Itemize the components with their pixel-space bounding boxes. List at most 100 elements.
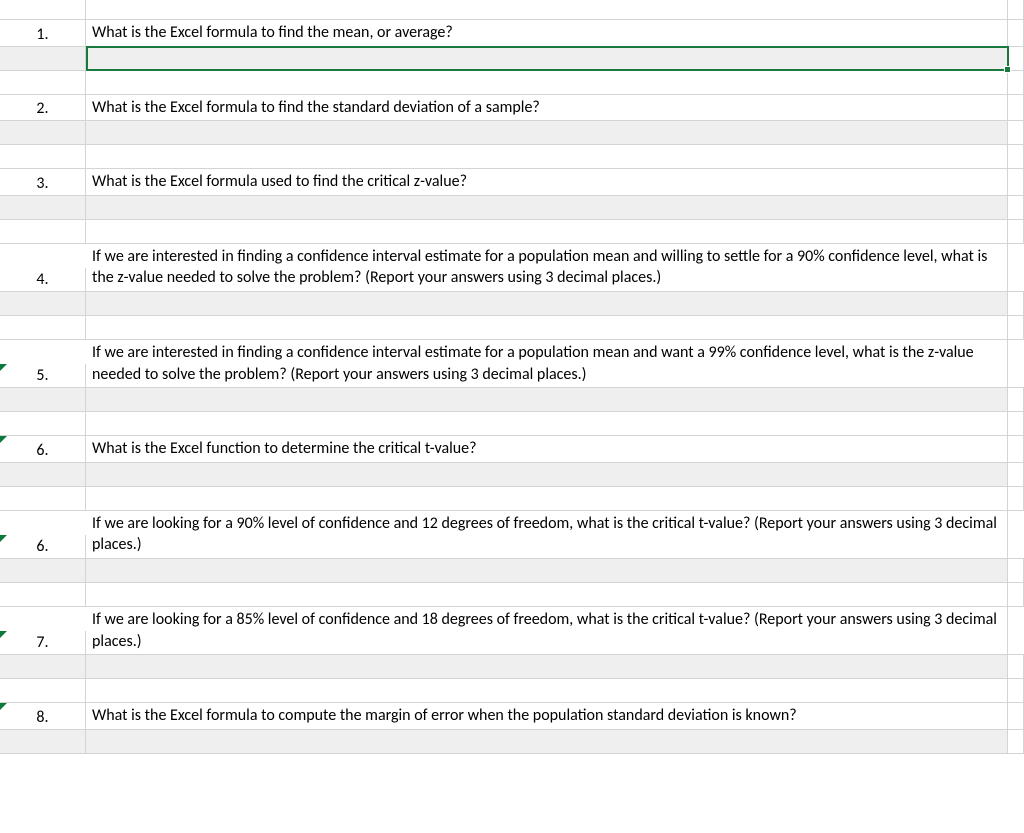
answer-cell[interactable] [86,730,1008,753]
blank-row [0,487,1024,511]
cell[interactable] [1008,121,1024,144]
cell[interactable] [1008,95,1024,121]
cell[interactable] [1008,316,1024,339]
cell[interactable] [0,292,86,315]
cell[interactable] [0,71,86,94]
row-number-cell[interactable]: 5. [0,364,86,387]
row-number-cell[interactable]: 2. [0,95,86,121]
row-number: 2. [36,99,48,118]
cell[interactable] [1008,583,1024,606]
row-number-cell[interactable]: 3. [0,169,86,195]
row-number-cell[interactable]: 6. [0,535,86,558]
cell[interactable] [0,655,86,678]
question-cell[interactable]: What is the Excel formula used to find t… [86,169,1008,195]
cell[interactable] [0,679,86,702]
cell[interactable] [1008,0,1024,19]
cell[interactable] [1008,71,1024,94]
cell[interactable] [0,121,86,144]
cell[interactable] [0,388,86,411]
question-text: If we are interested in finding a confid… [92,342,1001,385]
error-indicator-icon [0,535,7,542]
cell[interactable] [1008,220,1024,243]
row-number-cell[interactable]: 4. [0,268,86,291]
blank-row [0,679,1024,703]
cell[interactable] [1008,559,1024,582]
cell[interactable] [1008,292,1024,315]
cell[interactable] [1008,47,1024,70]
answer-cell[interactable] [86,121,1008,144]
cell[interactable] [0,145,86,168]
cell[interactable] [1008,655,1024,678]
question-row: 6. What is the Excel function to determin… [0,436,1024,463]
cell[interactable] [1008,679,1024,702]
question-text: What is the Excel function to determine … [92,438,477,460]
cell[interactable] [86,487,1008,510]
blank-row [0,220,1024,244]
question-row: 2. What is the Excel formula to find the … [0,95,1024,122]
cell[interactable] [1008,196,1024,219]
row-number: 7. [36,633,48,652]
row-number-cell[interactable]: 1. [0,20,86,46]
question-row: 7. If we are looking for a 85% level of c… [0,607,1024,655]
question-row: 5. If we are interested in finding a conf… [0,340,1024,388]
cell[interactable] [86,220,1008,243]
cell[interactable] [86,0,1008,19]
cell[interactable] [1008,20,1024,46]
question-cell[interactable]: What is the Excel formula to compute the… [86,703,1008,729]
question-text: If we are looking for a 90% level of con… [92,513,1001,556]
cell[interactable] [86,145,1008,168]
cell[interactable] [86,71,1008,94]
question-row: 6. If we are looking for a 90% level of c… [0,511,1024,559]
answer-cell[interactable] [86,463,1008,486]
row-number: 1. [36,25,48,44]
error-indicator-icon [0,364,7,371]
answer-cell[interactable] [86,559,1008,582]
cell[interactable] [1008,703,1024,729]
question-cell[interactable]: If we are looking for a 90% level of con… [86,511,1008,558]
cell[interactable] [0,463,86,486]
cell[interactable] [86,316,1008,339]
cell[interactable] [0,412,86,435]
cell[interactable] [0,196,86,219]
blank-row [0,412,1024,436]
row-number-cell[interactable]: 7. [0,631,86,654]
cell[interactable] [86,679,1008,702]
cell[interactable] [1008,463,1024,486]
cell[interactable] [1008,145,1024,168]
cell[interactable] [86,412,1008,435]
cell[interactable] [0,583,86,606]
cell[interactable] [1008,412,1024,435]
question-cell[interactable]: What is the Excel formula to find the st… [86,95,1008,121]
cell[interactable] [1008,169,1024,195]
question-cell[interactable]: If we are looking for a 85% level of con… [86,607,1008,654]
answer-cell[interactable] [86,196,1008,219]
cell[interactable] [0,0,86,19]
error-indicator-icon [0,631,7,638]
blank-row [0,71,1024,95]
cell[interactable] [0,487,86,510]
answer-cell[interactable] [86,388,1008,411]
question-cell[interactable]: If we are interested in finding a confid… [86,340,1008,387]
question-cell[interactable]: What is the Excel formula to find the me… [86,20,1008,46]
cell[interactable] [0,316,86,339]
answer-cell[interactable] [86,292,1008,315]
cell[interactable] [1008,388,1024,411]
row-number-cell[interactable]: 8. [0,703,86,729]
question-text: What is the Excel formula used to find t… [92,171,467,193]
row-number-cell[interactable]: 6. [0,436,86,462]
question-text: If we are looking for a 85% level of con… [92,609,1001,652]
cell[interactable] [0,220,86,243]
question-text: What is the Excel formula to compute the… [92,705,797,727]
cell[interactable] [1008,487,1024,510]
question-cell[interactable]: If we are interested in finding a confid… [86,244,1008,291]
cell[interactable] [0,559,86,582]
answer-cell[interactable] [86,655,1008,678]
cell[interactable] [0,47,86,70]
answer-cell[interactable] [86,47,1008,70]
question-cell[interactable]: What is the Excel function to determine … [86,436,1008,462]
cell[interactable] [86,583,1008,606]
cell[interactable] [1008,730,1024,753]
answer-row [0,559,1024,583]
cell[interactable] [0,730,86,753]
cell[interactable] [1008,436,1024,462]
